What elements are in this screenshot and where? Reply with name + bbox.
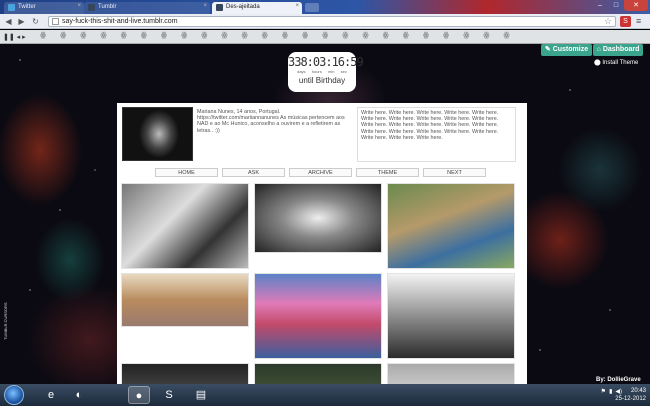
forward-icon[interactable]: ▶: [16, 16, 27, 27]
avatar: [122, 107, 193, 161]
post-couple-bench[interactable]: [387, 273, 515, 359]
flag-icon[interactable]: ⚑: [601, 388, 606, 395]
customize-button[interactable]: ✎ Customize: [541, 44, 592, 56]
tumblr-favicon-icon: [216, 4, 223, 11]
window-controls: – □ ✕: [592, 0, 648, 13]
windows-taskbar: e ◐ ● S ▤ ⚑ ▮ ◀) 20:43 25-12-2012: [0, 384, 650, 406]
birthday-countdown: 338:03:16:59 days hours min sec until Bi…: [288, 52, 364, 92]
ie-icon[interactable]: e: [40, 386, 62, 404]
write-here-box: Write here. Write here. Write here. Writ…: [357, 107, 516, 162]
wrench-menu-icon[interactable]: ≡: [636, 16, 641, 26]
post-street-buildings[interactable]: [121, 273, 249, 327]
chrome-icon[interactable]: ●: [128, 386, 150, 404]
close-icon[interactable]: ×: [295, 3, 299, 9]
post-row3-right[interactable]: [387, 363, 515, 384]
tab-tumblr[interactable]: Tumblr ×: [84, 2, 210, 14]
install-theme-link[interactable]: ⬤ Install Theme: [594, 59, 638, 66]
post-lips-braces[interactable]: [254, 183, 382, 253]
page-viewport: ❚❚ ◂ ▸ ꙮꙮꙮꙮꙮꙮꙮꙮꙮꙮꙮꙮꙮꙮꙮꙮꙮꙮꙮꙮꙮꙮꙮꙮ ✎ Custom…: [0, 30, 650, 384]
blog-content: Mariana Nunes, 14 anos, Portugal. https:…: [117, 103, 527, 384]
page-icon: [52, 18, 59, 25]
skype-icon[interactable]: S: [158, 386, 180, 404]
system-clock[interactable]: 20:43 25-12-2012: [615, 387, 646, 403]
player-controls[interactable]: ❚❚ ◂ ▸: [3, 33, 26, 41]
post-couple-hug[interactable]: [387, 183, 515, 269]
close-window-button[interactable]: ✕: [624, 0, 648, 11]
reload-icon[interactable]: ↻: [30, 16, 41, 27]
post-castle-fireworks[interactable]: [254, 273, 382, 359]
tab-twitter[interactable]: Twitter ×: [4, 2, 84, 14]
minimize-button[interactable]: –: [592, 0, 608, 11]
nav-next[interactable]: NEXT: [423, 168, 486, 177]
countdown-value: 338:03:16:59: [288, 55, 364, 69]
tumblr-favicon-icon: [88, 4, 95, 11]
countdown-units: days hours min sec: [297, 69, 347, 74]
decorative-owls: ꙮꙮꙮꙮꙮꙮꙮꙮꙮꙮꙮꙮꙮꙮꙮꙮꙮꙮꙮꙮꙮꙮꙮꙮ: [40, 32, 524, 39]
new-tab-button[interactable]: [305, 3, 319, 12]
post-row3-middle[interactable]: [254, 363, 382, 384]
post-row3-left[interactable]: [121, 363, 249, 384]
maximize-button[interactable]: □: [608, 0, 624, 11]
close-icon[interactable]: ×: [77, 3, 81, 9]
address-bar[interactable]: say-fuck-this-shit-and-live.tumblr.com: [48, 16, 616, 27]
nav-home[interactable]: HOME: [155, 168, 218, 177]
nav-ask[interactable]: ASK: [222, 168, 285, 177]
tumblr-cursors-credit[interactable]: TUMBLR CURSORS: [3, 290, 11, 340]
browser-toolbar: ◀ ▶ ↻ say-fuck-this-shit-and-live.tumblr…: [0, 14, 650, 29]
back-icon[interactable]: ◀: [3, 16, 14, 27]
media-player-icon[interactable]: ◐: [68, 386, 90, 404]
extension-icon[interactable]: S: [620, 16, 631, 27]
post-converse-sneakers[interactable]: [121, 183, 249, 269]
start-button[interactable]: [4, 385, 24, 405]
posts-grid: [121, 183, 521, 384]
tab-des-ajeitada[interactable]: Des-ajeitada ×: [212, 2, 302, 14]
close-icon[interactable]: ×: [203, 3, 207, 9]
explorer-icon[interactable]: ▤: [190, 386, 212, 404]
music-player-strip: ❚❚ ◂ ▸ ꙮꙮꙮꙮꙮꙮꙮꙮꙮꙮꙮꙮꙮꙮꙮꙮꙮꙮꙮꙮꙮꙮꙮꙮ: [0, 30, 650, 44]
countdown-label: until Birthday: [298, 76, 346, 85]
nav-theme[interactable]: THEME: [356, 168, 419, 177]
dashboard-button[interactable]: ⌂ Dashboard: [593, 44, 643, 56]
browser-tab-bar: Twitter × Tumblr × Des-ajeitada × – □ ✕: [0, 0, 650, 14]
bookmark-star-icon[interactable]: ☆: [604, 16, 612, 27]
nav-archive[interactable]: ARCHIVE: [289, 168, 352, 177]
blog-nav: HOME ASK ARCHIVE THEME NEXT: [155, 168, 486, 177]
twitter-favicon-icon: [8, 4, 15, 11]
theme-credit[interactable]: By: DollieGrave: [596, 377, 641, 383]
network-icon[interactable]: ▮: [609, 388, 612, 395]
profile-bio: Mariana Nunes, 14 anos, Portugal. https:…: [197, 109, 345, 134]
